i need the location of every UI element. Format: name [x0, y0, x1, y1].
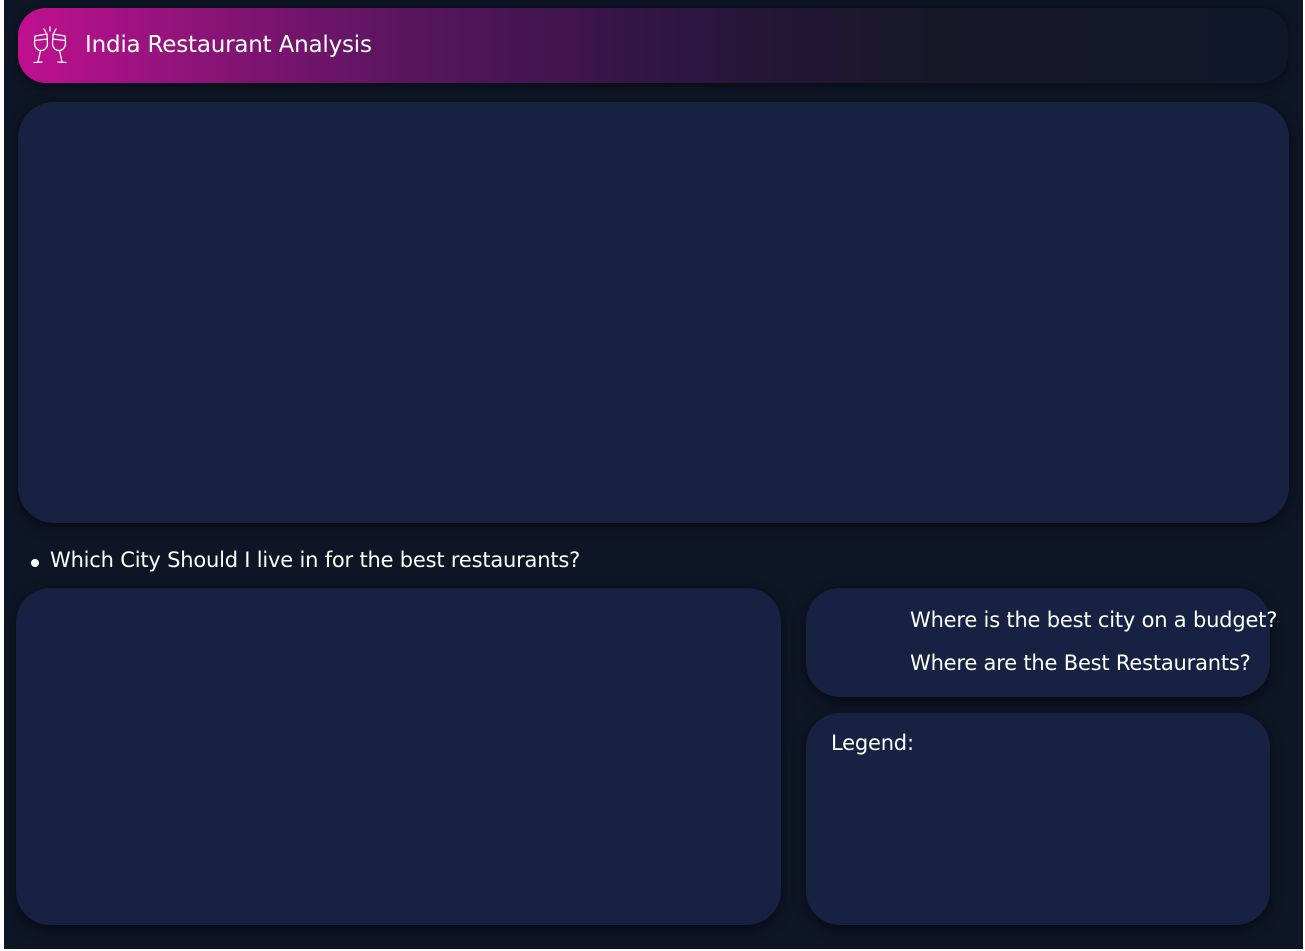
city-chart-panel[interactable] — [16, 588, 781, 925]
best-restaurants-link[interactable]: Where are the Best Restaurants? — [910, 651, 1251, 675]
budget-city-link[interactable]: Where is the best city on a budget? — [910, 608, 1277, 632]
navigation-panel: Where is the best city on a budget? Wher… — [806, 588, 1277, 697]
legend-panel: Legend: — [806, 713, 1270, 925]
question-heading: Which City Should I live in for the best… — [31, 546, 580, 574]
legend-label: Legend: — [831, 731, 914, 755]
bullet-icon — [31, 559, 39, 567]
question-text: Which City Should I live in for the best… — [50, 548, 581, 572]
report-header: India Restaurant Analysis — [18, 8, 1288, 83]
map-visual-panel[interactable] — [18, 102, 1289, 523]
cheers-glasses-icon — [33, 26, 67, 64]
report-title: India Restaurant Analysis — [85, 32, 372, 58]
